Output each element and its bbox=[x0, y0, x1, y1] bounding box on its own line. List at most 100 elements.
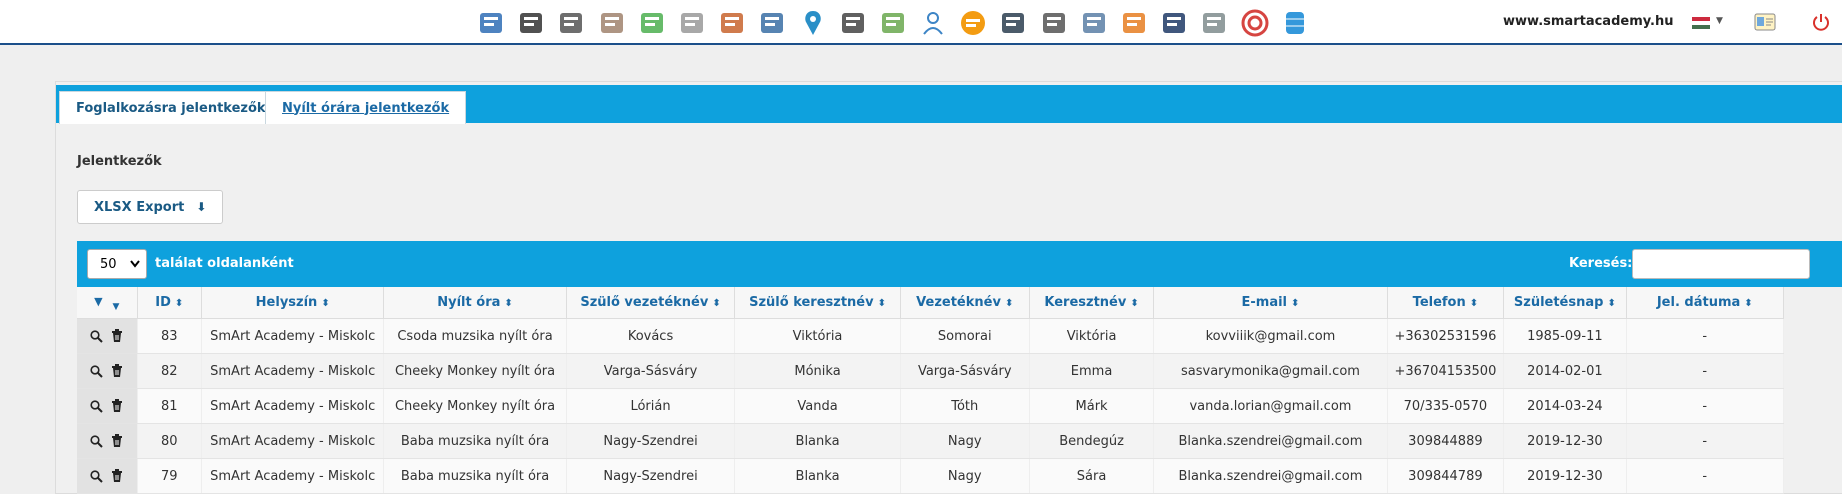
table-cell: Baba muzsika nyílt óra bbox=[383, 458, 567, 494]
column-header[interactable]: Születésnap ⬍ bbox=[1503, 287, 1627, 319]
trash-icon[interactable] bbox=[111, 364, 123, 378]
column-header-label: Szülő keresztnév bbox=[749, 295, 874, 310]
school-icon[interactable] bbox=[474, 6, 508, 40]
column-header[interactable]: Jel. dátuma ⬍ bbox=[1626, 287, 1785, 319]
column-toggle-icon[interactable]: ▼ bbox=[94, 295, 102, 308]
column-header[interactable]: Vezetéknév ⬍ bbox=[900, 287, 1030, 319]
target-icon[interactable] bbox=[1238, 6, 1272, 40]
column-header[interactable]: E-mail ⬍ bbox=[1153, 287, 1388, 319]
search-input[interactable] bbox=[1632, 249, 1810, 279]
table-cell: 83 bbox=[137, 318, 203, 354]
search-label: Keresés: bbox=[1569, 256, 1633, 271]
person-icon[interactable] bbox=[916, 6, 950, 40]
sort-icon: ⬍ bbox=[1607, 298, 1616, 309]
logout-power-icon[interactable] bbox=[1811, 12, 1831, 32]
sort-icon: ▼ bbox=[112, 301, 120, 312]
column-header[interactable]: ID ⬍ bbox=[137, 287, 203, 319]
hungarian-flag-icon[interactable] bbox=[1692, 17, 1710, 29]
chat-icon[interactable] bbox=[956, 6, 990, 40]
search-icon[interactable] bbox=[90, 469, 103, 483]
table-cell: Viktória bbox=[734, 318, 901, 354]
table-cell: 70/335-0570 bbox=[1387, 388, 1505, 424]
sort-icon: ⬍ bbox=[504, 298, 513, 309]
column-header-label: Keresztnév bbox=[1044, 295, 1127, 310]
per-page-label: találat oldalanként bbox=[155, 256, 294, 271]
table-cell: Kovács bbox=[566, 318, 736, 354]
table-cell: 79 bbox=[137, 458, 203, 494]
table-row: 80 SmArt Academy - Miskolc Baba muzsika ny… bbox=[77, 423, 1785, 459]
table-cell: Cheeky Monkey nyílt óra bbox=[383, 353, 567, 389]
newspaper-icon[interactable] bbox=[675, 6, 709, 40]
notes-icon[interactable] bbox=[595, 6, 629, 40]
table-cell: vanda.lorian@gmail.com bbox=[1153, 388, 1388, 424]
teacher-icon[interactable] bbox=[755, 6, 789, 40]
table-cell: Varga-Sásváry bbox=[566, 353, 736, 389]
column-header[interactable]: Telefon ⬍ bbox=[1387, 287, 1505, 319]
chevron-down-icon bbox=[130, 260, 140, 268]
column-header-label: Nyílt óra bbox=[437, 295, 501, 310]
column-header[interactable]: Szülő keresztnév ⬍ bbox=[734, 287, 901, 319]
table-cell: Csoda muzsika nyílt óra bbox=[383, 318, 567, 354]
table-cell: Somorai bbox=[900, 318, 1030, 354]
id-badge-icon[interactable] bbox=[1077, 6, 1111, 40]
table-cell: 309844889 bbox=[1387, 423, 1505, 459]
table-cell: +36704153500 bbox=[1387, 353, 1505, 389]
table-cell: 2019-12-30 bbox=[1503, 423, 1627, 459]
table-cell: +36302531596 bbox=[1387, 318, 1505, 354]
tab-open-lesson-applicants[interactable]: Nyílt órára jelentkezők bbox=[265, 91, 467, 124]
trash-icon[interactable] bbox=[111, 399, 123, 413]
sort-icon: ⬍ bbox=[1469, 298, 1479, 309]
trash-icon[interactable] bbox=[111, 434, 123, 448]
children-icon[interactable] bbox=[1117, 6, 1151, 40]
table-cell: Nagy-Szendrei bbox=[566, 423, 736, 459]
row-actions bbox=[77, 318, 138, 354]
tab-class-applicants[interactable]: Foglalkozásra jelentkezők bbox=[59, 91, 283, 124]
table-cell: - bbox=[1626, 388, 1785, 424]
column-header-label: E-mail bbox=[1241, 295, 1288, 310]
per-page-select[interactable]: 50 bbox=[87, 249, 147, 279]
site-link[interactable]: www.smartacademy.hu bbox=[1503, 14, 1673, 29]
column-header[interactable]: Nyílt óra ⬍ bbox=[383, 287, 567, 319]
graduation-timer-icon[interactable] bbox=[1157, 6, 1191, 40]
book-icon[interactable] bbox=[1197, 6, 1231, 40]
search-icon[interactable] bbox=[90, 364, 103, 378]
xlsx-export-button[interactable]: XLSX Export ⬇ bbox=[77, 190, 224, 224]
column-header-label: Telefon bbox=[1412, 295, 1466, 310]
column-header[interactable]: Helyszín ⬍ bbox=[201, 287, 385, 319]
gallery-icon[interactable] bbox=[715, 6, 749, 40]
column-toggle-header[interactable]: ▼ ▼ bbox=[77, 287, 138, 319]
trash-icon[interactable] bbox=[111, 329, 123, 343]
table-row: 79 SmArt Academy - Miskolc Baba muzsika ny… bbox=[77, 458, 1785, 494]
search-icon[interactable] bbox=[90, 399, 103, 413]
applicants-table: ▼ ▼ ID ⬍ Helyszín ⬍ Nyílt óra ⬍ Szülő vezetéknév… bbox=[77, 287, 1785, 494]
table-cell: Baba muzsika nyílt óra bbox=[383, 423, 567, 459]
applicants-panel: Foglalkozásra jelentkezők Nyílt órára je… bbox=[55, 81, 1842, 494]
users-icon[interactable] bbox=[514, 6, 548, 40]
language-caret-icon[interactable]: ▼ bbox=[1716, 16, 1723, 26]
column-header-label: Jel. dátuma bbox=[1656, 295, 1741, 310]
column-header[interactable]: Szülő vezetéknév ⬍ bbox=[566, 287, 736, 319]
search-icon[interactable] bbox=[90, 329, 103, 343]
sort-icon: ⬍ bbox=[321, 298, 330, 309]
profile-card-icon[interactable] bbox=[1754, 13, 1776, 31]
trash-icon[interactable] bbox=[111, 469, 123, 483]
per-page-value: 50 bbox=[100, 256, 117, 272]
painting-icon[interactable] bbox=[876, 6, 910, 40]
translate-icon[interactable] bbox=[554, 6, 588, 40]
slides-icon[interactable] bbox=[635, 6, 669, 40]
database-icon[interactable] bbox=[1278, 6, 1312, 40]
table-cell: 1985-09-11 bbox=[1503, 318, 1627, 354]
row-actions bbox=[77, 423, 138, 459]
table-cell: Mónika bbox=[734, 353, 901, 389]
computer-icon[interactable] bbox=[996, 6, 1030, 40]
table-cell: Márk bbox=[1029, 388, 1155, 424]
search-icon[interactable] bbox=[90, 434, 103, 448]
location-pin-icon[interactable] bbox=[796, 6, 830, 40]
piano-icon[interactable] bbox=[836, 6, 870, 40]
sort-icon: ⬍ bbox=[174, 298, 184, 309]
table-cell: - bbox=[1626, 353, 1785, 389]
column-header[interactable]: Keresztnév ⬍ bbox=[1029, 287, 1155, 319]
presentation-icon[interactable] bbox=[1037, 6, 1071, 40]
sort-icon: ⬍ bbox=[1291, 298, 1300, 309]
download-arrow-icon: ⬇ bbox=[196, 200, 207, 214]
